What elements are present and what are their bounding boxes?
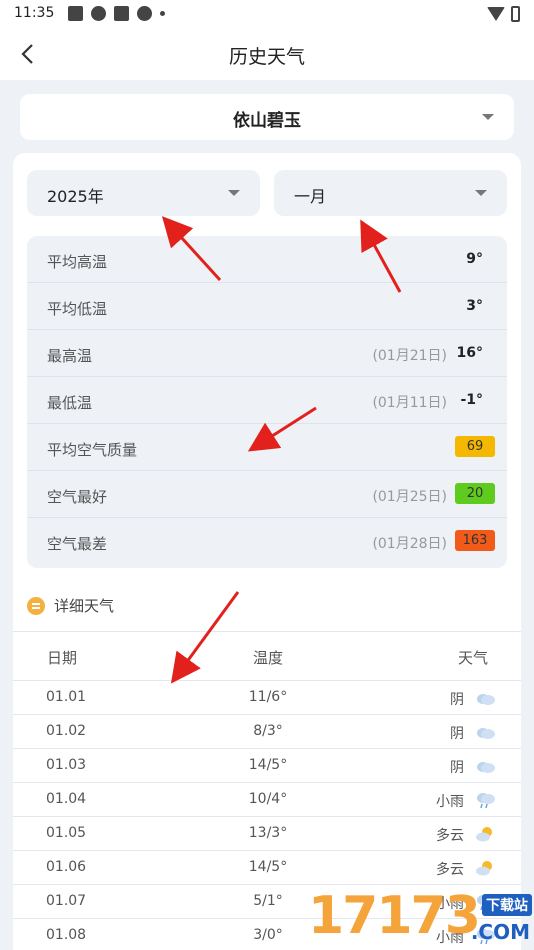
row-temperature: 10/4° xyxy=(248,791,288,807)
location-selector[interactable]: 依山碧玉 xyxy=(20,94,514,140)
stat-row-avg-high: 平均高温 9° xyxy=(27,236,507,283)
chevron-down-icon xyxy=(482,114,494,120)
partly-cloudy-icon xyxy=(474,825,496,843)
row-weather: 小雨 xyxy=(436,794,464,810)
table-row: 01.05 13/3° 多云 xyxy=(13,817,521,851)
row-temperature: 13/3° xyxy=(248,825,288,841)
table-header: 日期 温度 天气 xyxy=(13,631,521,681)
row-date: 01.03 xyxy=(46,757,87,773)
aqi-badge: 163 xyxy=(455,530,495,551)
row-date: 01.01 xyxy=(46,689,87,705)
year-value: 2025年 xyxy=(47,187,104,206)
stat-label: 平均空气质量 xyxy=(47,441,138,459)
app-notification-icon xyxy=(114,6,129,21)
column-date: 日期 xyxy=(47,649,78,667)
monthly-stats: 平均高温 9° 平均低温 3° 最高温 (01月21日) 16° 最低温 (01… xyxy=(27,236,507,568)
row-weather: 阴 xyxy=(450,760,464,776)
month-value: 一月 xyxy=(294,187,327,206)
stat-label: 平均高温 xyxy=(47,253,108,271)
cloudy-icon xyxy=(474,689,496,707)
system-icons xyxy=(487,6,520,22)
aqi-badge: 20 xyxy=(455,483,495,504)
stat-value: 3° xyxy=(466,298,483,314)
page-title: 历史天气 xyxy=(228,46,305,68)
more-notifications-icon xyxy=(160,11,165,16)
stat-label: 空气最差 xyxy=(47,535,108,553)
status-bar: 11:35 xyxy=(0,0,534,28)
row-temperature: 14/5° xyxy=(248,859,288,875)
row-date: 01.07 xyxy=(46,893,87,909)
history-weather-card: 2025年 一月 平均高温 9° 平均低温 3° 最高温 (01月21日) 16… xyxy=(13,153,521,950)
stat-label: 最高温 xyxy=(47,347,93,365)
year-dropdown[interactable]: 2025年 xyxy=(27,170,260,216)
column-temperature: 温度 xyxy=(252,649,283,667)
row-temperature: 14/5° xyxy=(248,757,288,773)
stat-row-avg-low: 平均低温 3° xyxy=(27,283,507,330)
month-dropdown[interactable]: 一月 xyxy=(274,170,507,216)
column-weather: 天气 xyxy=(457,649,488,667)
stat-value: 16° xyxy=(456,345,483,361)
app-notification-icon xyxy=(68,6,83,21)
cloudy-icon xyxy=(474,757,496,775)
chevron-down-icon xyxy=(228,190,240,196)
stat-date: (01月28日) xyxy=(372,536,447,552)
battery-icon xyxy=(511,6,520,22)
light-rain-icon xyxy=(474,791,496,809)
table-row: 01.03 14/5° 阴 xyxy=(13,749,521,783)
row-temperature: 5/1° xyxy=(253,893,283,909)
sync-icon xyxy=(91,6,106,21)
stat-date: (01月25日) xyxy=(372,489,447,505)
chevron-down-icon xyxy=(475,190,487,196)
stat-row-max-temp: 最高温 (01月21日) 16° xyxy=(27,330,507,377)
sync-icon xyxy=(137,6,152,21)
table-row: 01.04 10/4° 小雨 xyxy=(13,783,521,817)
list-icon xyxy=(27,597,45,615)
location-name: 依山碧玉 xyxy=(233,111,301,131)
row-date: 01.04 xyxy=(46,791,87,807)
stat-label: 平均低温 xyxy=(47,300,108,318)
stat-label: 最低温 xyxy=(47,394,93,412)
stat-row-avg-aqi: 平均空气质量 69 xyxy=(27,424,507,471)
app-header: 历史天气 xyxy=(0,28,534,80)
watermark-digits: 17173 xyxy=(308,886,481,946)
notification-icons xyxy=(68,6,165,21)
cloudy-icon xyxy=(474,723,496,741)
section-title: 详细天气 xyxy=(54,597,115,615)
row-temperature: 8/3° xyxy=(253,723,283,739)
row-temperature: 3/0° xyxy=(253,927,283,943)
aqi-badge: 69 xyxy=(455,436,495,457)
stat-date: (01月11日) xyxy=(372,395,447,411)
watermark-tag: 下载站 xyxy=(482,894,532,916)
watermark-suffix: .COM xyxy=(470,920,530,944)
table-row: 01.01 11/6° 阴 xyxy=(13,681,521,715)
stat-row-best-air: 空气最好 (01月25日) 20 xyxy=(27,471,507,518)
table-row: 01.02 8/3° 阴 xyxy=(13,715,521,749)
row-date: 01.02 xyxy=(46,723,87,739)
stat-label: 空气最好 xyxy=(47,488,108,506)
watermark-logo: 17173 下载站 .COM xyxy=(308,886,534,950)
stat-row-min-temp: 最低温 (01月11日) -1° xyxy=(27,377,507,424)
row-weather: 阴 xyxy=(450,726,464,742)
partly-cloudy-icon xyxy=(474,859,496,877)
row-weather: 阴 xyxy=(450,692,464,708)
row-date: 01.06 xyxy=(46,859,87,875)
wifi-icon xyxy=(487,7,505,21)
row-date: 01.05 xyxy=(46,825,87,841)
row-weather: 多云 xyxy=(436,862,464,878)
stat-value: -1° xyxy=(460,392,483,408)
row-temperature: 11/6° xyxy=(248,689,288,705)
table-row: 01.06 14/5° 多云 xyxy=(13,851,521,885)
row-weather: 多云 xyxy=(436,828,464,844)
stat-value: 9° xyxy=(466,251,483,267)
status-time: 11:35 xyxy=(14,5,55,21)
row-date: 01.08 xyxy=(46,927,87,943)
stat-date: (01月21日) xyxy=(372,348,447,364)
stat-row-worst-air: 空气最差 (01月28日) 163 xyxy=(27,518,507,565)
